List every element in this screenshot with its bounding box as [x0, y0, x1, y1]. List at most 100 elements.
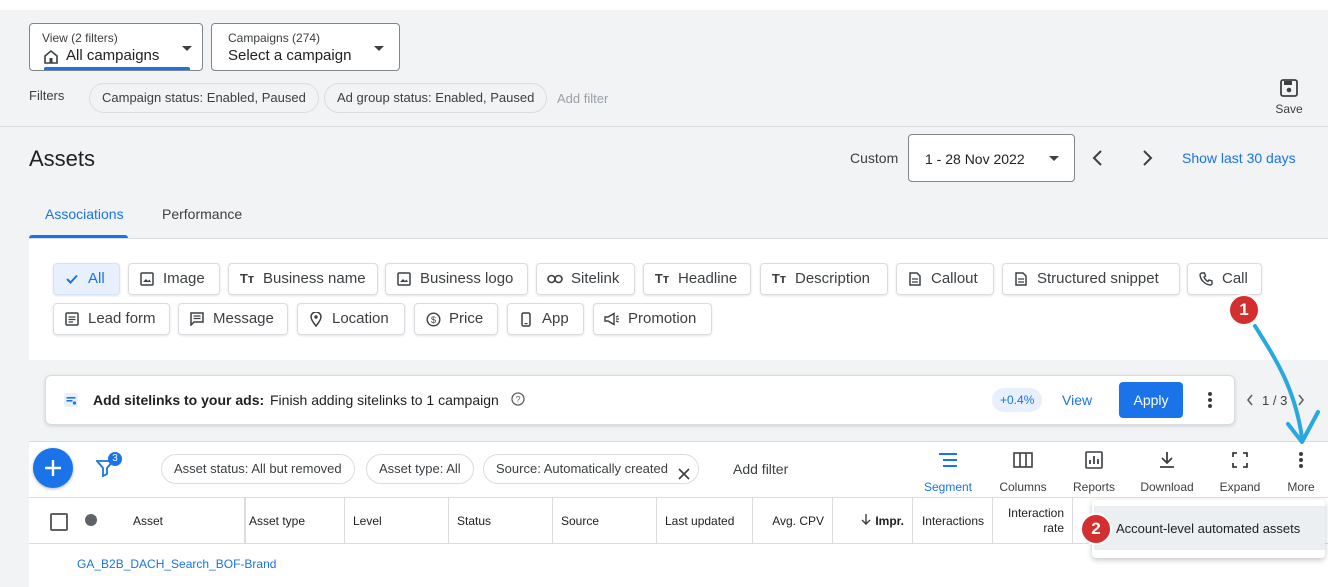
- save-button[interactable]: Save: [1268, 78, 1310, 118]
- help-icon[interactable]: ?: [511, 392, 525, 411]
- expand-button[interactable]: Expand: [1210, 448, 1270, 494]
- column-header-level[interactable]: Level: [345, 498, 449, 543]
- show-last-30-days-link[interactable]: Show last 30 days: [1182, 150, 1296, 166]
- date-range-value: 1 - 28 Nov 2022: [925, 151, 1025, 167]
- view-recommendation-button[interactable]: View: [1062, 392, 1092, 408]
- columns-button[interactable]: Columns: [993, 448, 1053, 494]
- filters-label: Filters: [29, 88, 65, 103]
- phone-device-icon: [518, 304, 534, 334]
- column-header-label: Interactions: [921, 513, 984, 528]
- recommendation-text: Finish adding sitelinks to 1 campaign: [270, 392, 499, 408]
- view-dropdown-label: View (2 filters): [42, 31, 118, 45]
- callout-badge-1: 1: [1228, 294, 1260, 326]
- column-header-interaction-rate[interactable]: Interaction rate: [993, 498, 1073, 543]
- table-add-filter[interactable]: Add filter: [733, 461, 788, 477]
- close-icon[interactable]: [678, 462, 690, 490]
- asset-type-label: Image: [163, 270, 205, 287]
- asset-type-promotion[interactable]: Promotion: [593, 303, 712, 335]
- asset-type-structured-snippet[interactable]: Structured snippet: [1002, 263, 1180, 295]
- chevron-down-icon: [1049, 156, 1059, 161]
- column-header-asset-type[interactable]: Asset type: [246, 498, 345, 543]
- bar-chart-icon: [1064, 448, 1124, 472]
- download-button[interactable]: Download: [1137, 448, 1197, 494]
- text-icon: Tт: [654, 271, 670, 286]
- asset-type-lead-form[interactable]: Lead form: [53, 303, 170, 335]
- doc-icon: [907, 264, 923, 294]
- column-header-status[interactable]: Status: [449, 498, 553, 543]
- menu-item-label: Account-level automated assets: [1116, 521, 1301, 536]
- asset-type-business-logo[interactable]: Business logo: [385, 263, 528, 295]
- previous-period-icon[interactable]: [1090, 148, 1106, 173]
- column-header-last-updated[interactable]: Last updated: [657, 498, 753, 543]
- view-dropdown[interactable]: View (2 filters) All campaigns: [29, 23, 203, 71]
- table-filter-chip-asset-type[interactable]: Asset type: All: [366, 454, 474, 484]
- asset-type-label: Sitelink: [571, 270, 620, 287]
- tab-associations[interactable]: Associations: [45, 206, 124, 222]
- asset-type-label: Description: [795, 270, 871, 287]
- column-header-label: Interaction rate: [1007, 505, 1064, 535]
- message-icon: [189, 304, 205, 334]
- asset-type-all[interactable]: All: [53, 263, 120, 295]
- filter-chip-ad-group-status[interactable]: Ad group status: Enabled, Paused: [324, 83, 548, 113]
- asset-type-label: Call: [1222, 270, 1248, 287]
- dollar-icon: $: [425, 304, 441, 334]
- more-button[interactable]: More: [1278, 448, 1324, 494]
- next-period-icon[interactable]: [1139, 148, 1155, 173]
- asset-type-description[interactable]: Tт Description: [760, 263, 888, 295]
- apply-button[interactable]: Apply: [1119, 382, 1183, 418]
- add-filter-link[interactable]: Add filter: [557, 91, 608, 106]
- sort-descending-icon: [861, 513, 871, 528]
- phone-icon: [1198, 264, 1214, 294]
- column-header-source[interactable]: Source: [553, 498, 657, 543]
- image-icon: [396, 264, 412, 294]
- megaphone-icon: [604, 304, 620, 334]
- segment-button[interactable]: Segment: [918, 448, 978, 494]
- asset-type-call[interactable]: Call: [1187, 263, 1262, 295]
- callout-number: 2: [1091, 519, 1101, 538]
- image-icon: [139, 264, 155, 294]
- date-range-dropdown[interactable]: 1 - 28 Nov 2022: [908, 134, 1075, 182]
- column-header-label: Asset type: [249, 513, 306, 528]
- asset-type-app[interactable]: App: [507, 303, 584, 335]
- asset-type-panel: [29, 238, 1328, 360]
- date-custom-label: Custom: [850, 150, 899, 166]
- callout-number: 1: [1239, 300, 1249, 319]
- plus-icon: [45, 460, 61, 476]
- asset-type-headline[interactable]: Tт Headline: [643, 263, 751, 295]
- view-dropdown-value: All campaigns: [66, 47, 160, 64]
- tab-performance[interactable]: Performance: [162, 206, 242, 222]
- table-filter-chip-asset-status[interactable]: Asset status: All but removed: [161, 454, 355, 484]
- column-header-impr[interactable]: Impr.: [833, 498, 913, 543]
- asset-type-callout[interactable]: Callout: [896, 263, 994, 295]
- column-header-label: Asset: [133, 513, 164, 528]
- asset-type-price[interactable]: $ Price: [414, 303, 498, 335]
- asset-type-message[interactable]: Message: [178, 303, 288, 335]
- view-dropdown-underline: [44, 67, 190, 70]
- expand-label: Expand: [1219, 480, 1261, 494]
- download-label: Download: [1140, 480, 1194, 494]
- asset-link[interactable]: GA_B2B_DACH_Search_BOF-Brand: [77, 557, 276, 571]
- asset-type-label: Callout: [931, 270, 978, 287]
- asset-type-sitelink[interactable]: Sitelink: [536, 263, 635, 295]
- sitelink-recommendation-icon: [63, 392, 79, 413]
- table-filter-chip-source[interactable]: Source: Automatically created: [483, 454, 699, 484]
- kebab-menu-icon[interactable]: [1207, 391, 1213, 414]
- page-title: Assets: [29, 146, 96, 171]
- menu-item-account-level-automated-assets[interactable]: Account-level automated assets: [1094, 506, 1325, 550]
- column-header-interactions[interactable]: Interactions: [913, 498, 993, 543]
- asset-type-location[interactable]: Location: [297, 303, 405, 335]
- campaign-dropdown[interactable]: Campaigns (274) Select a campaign: [211, 23, 400, 71]
- table-filter-chip-source-label: Source: Automatically created: [496, 461, 668, 476]
- add-asset-button[interactable]: [33, 448, 73, 488]
- asset-type-image[interactable]: Image: [128, 263, 220, 295]
- asset-type-label: Business logo: [420, 270, 514, 287]
- asset-type-business-name[interactable]: Tт Business name: [228, 263, 378, 295]
- select-all-checkbox[interactable]: [50, 513, 68, 531]
- column-header-avg-cpv[interactable]: Avg. CPV: [753, 498, 833, 543]
- reports-button[interactable]: Reports: [1064, 448, 1124, 494]
- reports-label: Reports: [1072, 480, 1116, 494]
- filter-chip-campaign-status[interactable]: Campaign status: Enabled, Paused: [89, 83, 319, 113]
- asset-type-label: Promotion: [628, 310, 697, 327]
- save-icon: [1268, 78, 1310, 100]
- column-header-asset[interactable]: Asset: [120, 498, 246, 543]
